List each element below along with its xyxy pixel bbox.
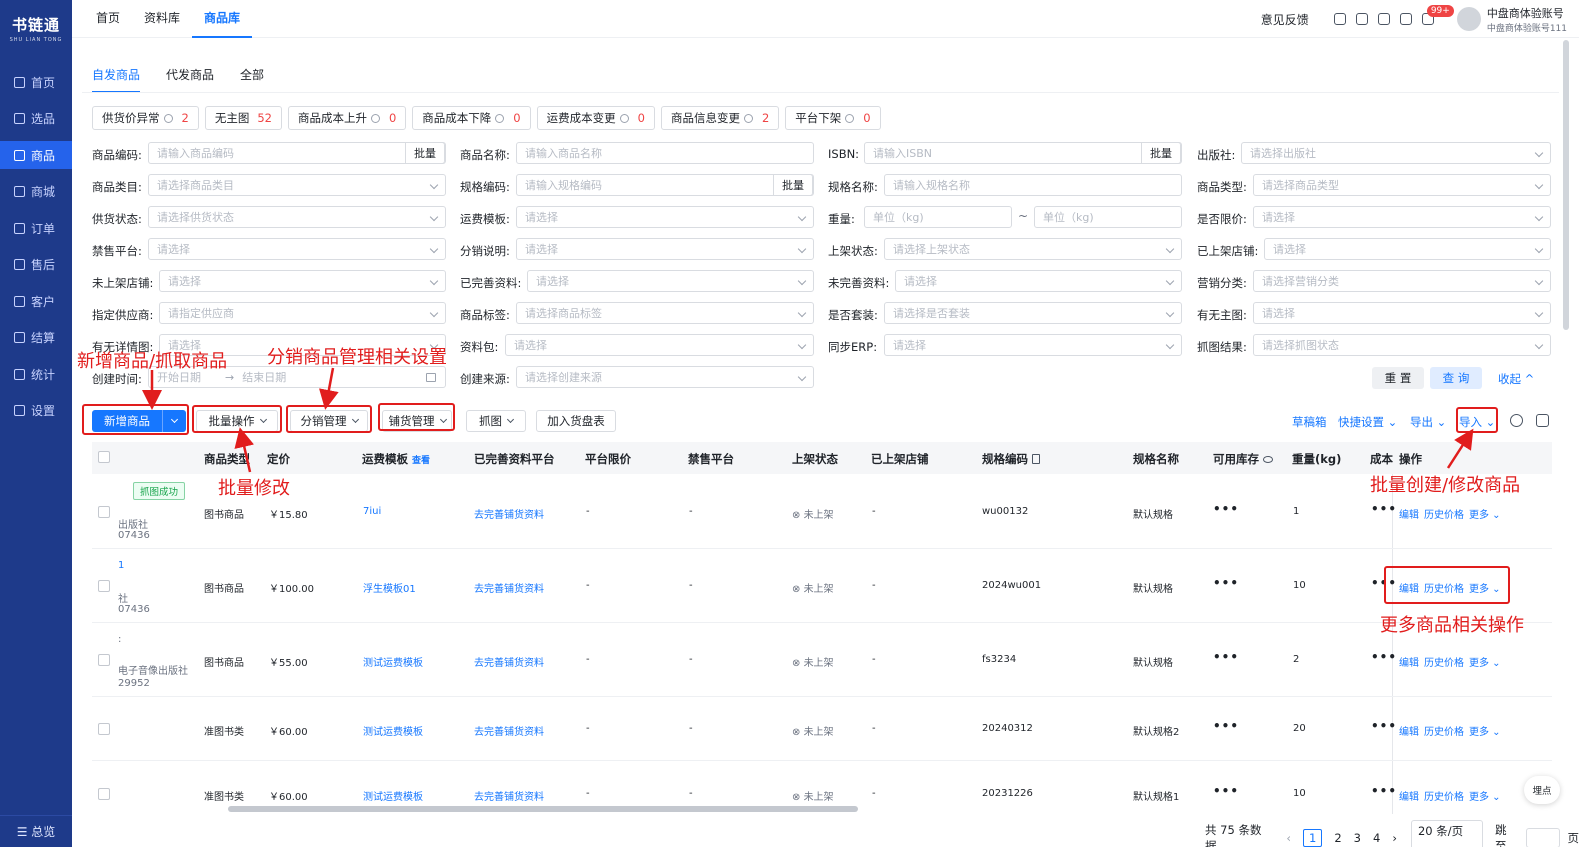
annotation-arrows <box>142 367 1474 473</box>
annotation-batch-edit: 批量修改 <box>218 478 290 499</box>
annotation-more-ops: 更多商品相关操作 <box>1380 615 1524 636</box>
annotation-import: 批量创建/修改商品 <box>1370 475 1521 496</box>
annotation-new-product: 新增商品/抓取商品 <box>77 351 228 372</box>
annotation-distribution: 分销商品管理相关设置 <box>267 347 447 368</box>
